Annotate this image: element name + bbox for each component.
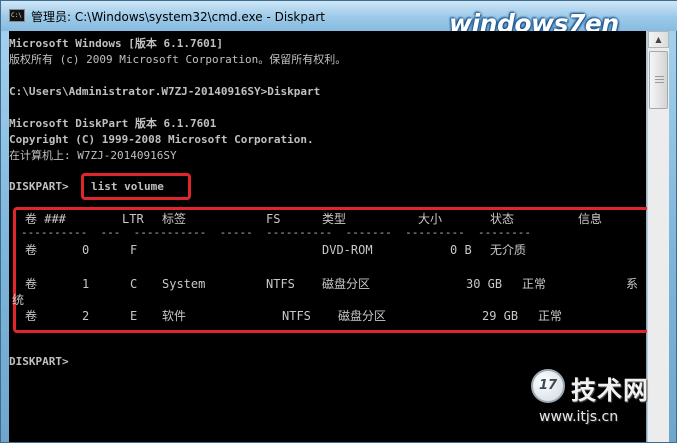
row1-info: 系统 [12, 276, 640, 307]
row2-number: 2 [82, 309, 90, 323]
watermark-url: www.itjs.cn [539, 409, 619, 425]
row0-volume: 卷 [25, 243, 38, 257]
window-title: 管理员: C:\Windows\system32\cmd.exe - Diskp… [31, 10, 325, 24]
header-ltr: LTR [122, 212, 144, 226]
diskpart-final-prompt[interactable]: DISKPART> [9, 354, 69, 370]
grip-line [655, 76, 664, 77]
header-type: 类型 [322, 212, 347, 226]
cmd-app-icon[interactable]: C:\ [9, 9, 25, 22]
row1-type: 磁盘分区 [322, 277, 371, 291]
site-watermark: 17 技术网 www.itjs.cn [531, 369, 671, 433]
row0-size: 0 B [450, 243, 472, 257]
header-status: 状态 [490, 212, 515, 226]
watermark-logo-icon: 17 [531, 369, 565, 403]
row2-label: 软件 [162, 309, 187, 323]
row2-letter: E [130, 309, 138, 323]
watermark-name: 技术网 [571, 376, 650, 405]
title-bar[interactable]: C:\ 管理员: C:\Windows\system32\cmd.exe - D… [1, 1, 677, 38]
row1-fs: NTFS [266, 277, 295, 291]
console-line: 版权所有 (c) 2009 Microsoft Corporation。保留所有… [9, 53, 347, 66]
grip-line [655, 82, 664, 83]
row2-size: 29 GB [482, 309, 519, 323]
row2-fs: NTFS [282, 309, 311, 323]
scroll-up-arrow-icon[interactable]: ▲ [648, 31, 669, 48]
row1-number: 1 [82, 277, 90, 291]
row1-info-part2: 统 [12, 293, 25, 307]
row2-type: 磁盘分区 [338, 309, 387, 323]
header-separator: ---------- --- ----------- ----- -------… [21, 226, 531, 239]
header-fs: FS [266, 212, 281, 226]
row0-type: DVD-ROM [322, 243, 373, 257]
row1-size: 30 GB [466, 277, 503, 291]
console-line: Microsoft Windows [版本 6.1.7601] [9, 37, 224, 50]
typed-command: list volume [91, 180, 164, 193]
console-line: Microsoft DiskPart 版本 6.1.7601 [9, 117, 217, 130]
scrollbar-thumb[interactable] [649, 51, 668, 109]
cmd-window: C:\ 管理员: C:\Windows\system32\cmd.exe - D… [0, 0, 677, 443]
row1-volume: 卷 [25, 277, 38, 291]
row1-info-part1: 系 [626, 277, 639, 291]
grip-line [655, 79, 664, 80]
diskpart-prompt: DISKPART> [9, 180, 69, 193]
row2-volume: 卷 [25, 309, 38, 323]
row0-status: 无介质 [490, 243, 527, 257]
header-label: 标签 [162, 212, 187, 226]
header-volume: 卷 ### [25, 212, 66, 226]
row0-number: 0 [82, 243, 90, 257]
console-line: Copyright (C) 1999-2008 Microsoft Corpor… [9, 133, 314, 146]
console-line: C:\Users\Administrator.W7ZJ-20140916SY>D… [9, 85, 321, 98]
header-info: 信息 [578, 212, 603, 226]
console-line: 在计算机上: W7ZJ-20140916SY [9, 149, 177, 162]
header-size: 大小 [418, 212, 443, 226]
row0-letter: F [130, 243, 138, 257]
row1-letter: C [130, 277, 138, 291]
row1-label: System [162, 277, 206, 291]
row2-status: 正常 [538, 309, 563, 323]
row1-status: 正常 [522, 277, 547, 291]
